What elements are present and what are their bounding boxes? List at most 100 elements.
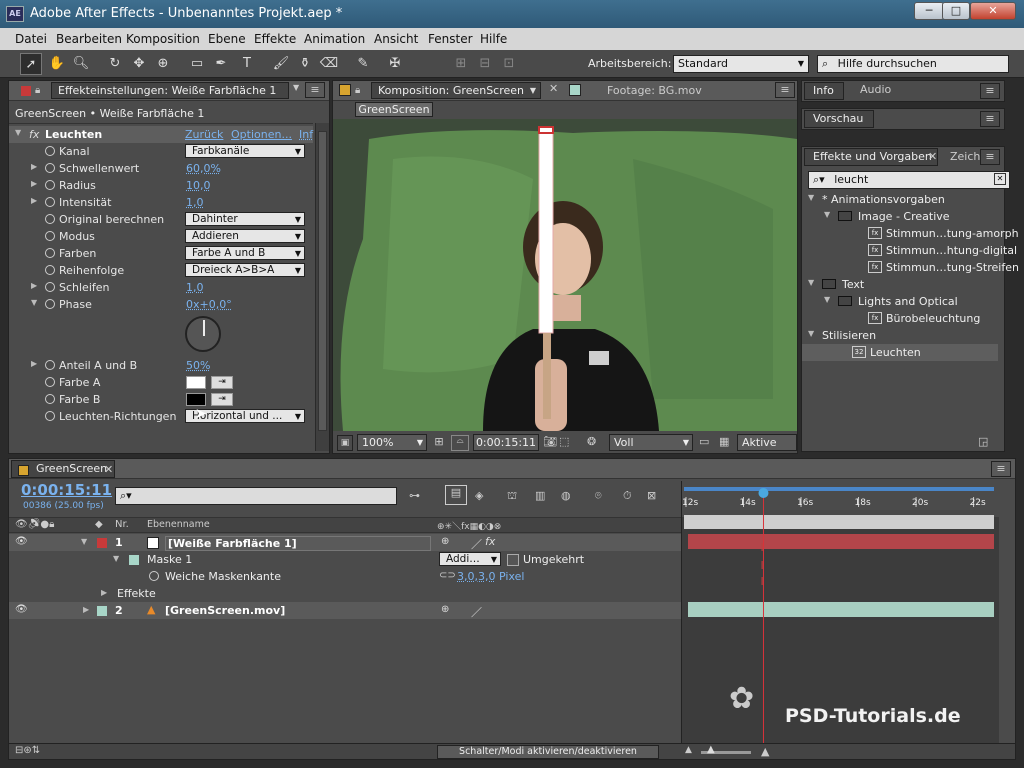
- tree-item[interactable]: ▼ Lights and Optical: [802, 293, 998, 310]
- menu-fenster[interactable]: Fenster: [428, 32, 473, 46]
- stopwatch-icon[interactable]: [149, 571, 159, 581]
- graph-editor-icon[interactable]: ⊠: [647, 489, 656, 502]
- zoom-slider-thumb[interactable]: ▲: [707, 744, 715, 755]
- mask-mode-select[interactable]: Addi…: [439, 552, 501, 566]
- property-value[interactable]: 1,0: [186, 196, 204, 209]
- tree-item[interactable]: ▼ * Animationsvorgaben: [802, 191, 998, 208]
- composition-tab[interactable]: Komposition: GreenScreen ▼: [371, 82, 541, 99]
- feather-value[interactable]: 3,0,3,0: [457, 570, 495, 583]
- zoom-select[interactable]: 100% ▼: [357, 434, 427, 451]
- close-button[interactable]: ✕: [970, 2, 1016, 20]
- feather-row[interactable]: Weiche Maskenkante ⊂⊃ 3,0,3,0 Pixel: [9, 568, 681, 585]
- timeline-tab[interactable]: GreenScreen ✕: [11, 460, 115, 478]
- collapsed-triangle-icon[interactable]: ▶: [101, 588, 107, 597]
- world-axis-icon[interactable]: ⊡: [498, 53, 520, 75]
- new-preset-icon[interactable]: ◲: [978, 435, 988, 448]
- property-dropdown[interactable]: Dahinter: [185, 212, 305, 226]
- camera-tool-icon[interactable]: ✥: [128, 53, 150, 75]
- preview-tab[interactable]: Vorschau: [804, 110, 874, 128]
- tree-item[interactable]: fx Stimmun…tung-Streifen: [802, 259, 1019, 276]
- property-row[interactable]: Farbe B ⇥: [9, 391, 313, 408]
- expand-triangle-icon[interactable]: ▼: [31, 298, 37, 307]
- expand-triangle-icon[interactable]: ▶: [31, 359, 37, 368]
- effect-scrollbar[interactable]: [315, 123, 329, 451]
- property-value[interactable]: 50%: [186, 359, 210, 372]
- stopwatch-icon[interactable]: [45, 248, 55, 258]
- show-snapshot-icon[interactable]: ⬚: [559, 435, 569, 448]
- effect-controls-tab[interactable]: Effekteinstellungen: Weiße Farbfläche 1: [51, 82, 289, 99]
- effect-switch-icon[interactable]: fx: [485, 535, 495, 548]
- pan-behind-tool-icon[interactable]: ⊕: [152, 53, 174, 75]
- label-color-swatch[interactable]: [97, 606, 107, 616]
- tree-item[interactable]: ▼ Image - Creative: [802, 208, 998, 225]
- eraser-tool-icon[interactable]: ⌫: [318, 53, 340, 75]
- effects-search-input[interactable]: ⌕▾ leucht ✕: [808, 171, 1010, 189]
- stopwatch-icon[interactable]: [45, 265, 55, 275]
- roto-brush-tool-icon[interactable]: ✎: [352, 53, 374, 75]
- tree-item[interactable]: fx Stimmun…tung-amorph: [802, 225, 1019, 242]
- property-row[interactable]: ▶ Schwellenwert 60,0%: [9, 160, 313, 177]
- panel-menu-icon[interactable]: ≡: [980, 149, 1000, 165]
- timeline-search-input[interactable]: ⌕▾: [115, 487, 397, 505]
- zoom-out-icon[interactable]: ▲: [685, 745, 692, 755]
- hide-shy-icon[interactable]: ⛫: [507, 489, 517, 504]
- camera-select[interactable]: Aktive Kar: [737, 434, 797, 451]
- property-row[interactable]: Original berechnen Dahinter: [9, 211, 313, 228]
- shy-switch-icon[interactable]: ⊕: [441, 536, 449, 547]
- resolution-select[interactable]: Voll ▼: [609, 434, 693, 451]
- stopwatch-icon[interactable]: [45, 360, 55, 370]
- quality-switch-icon[interactable]: ／: [471, 536, 482, 552]
- auto-keyframe-icon[interactable]: ⏱: [623, 489, 632, 503]
- property-row[interactable]: ▶ Anteil A und B 50%: [9, 357, 313, 374]
- pen-tool-icon[interactable]: ✒: [210, 53, 232, 75]
- quality-switch-icon[interactable]: ／: [471, 604, 482, 620]
- rotate-tool-icon[interactable]: ↻: [104, 53, 126, 75]
- property-row[interactable]: ▶ Schleifen 1,0: [9, 279, 313, 296]
- property-value[interactable]: 0x+0,0°: [186, 298, 232, 311]
- info-tab[interactable]: Info: [804, 82, 844, 100]
- axis-icon[interactable]: ⊟: [474, 53, 496, 75]
- character-tab[interactable]: Zeich: [950, 150, 980, 163]
- layer-row-1[interactable]: 👁︎ ▼ 1 [Weiße Farbfläche 1] ⊕ ／ fx: [9, 534, 681, 551]
- composition-viewer[interactable]: [333, 119, 797, 431]
- layer-row-2[interactable]: 👁︎ ▶ 2 ▲ [GreenScreen.mov] ⊕ ／: [9, 602, 681, 619]
- puppet-tool-icon[interactable]: ✠: [384, 53, 406, 75]
- expand-triangle-icon[interactable]: ▶: [31, 162, 37, 171]
- collapse-triangle-icon[interactable]: ▼: [15, 128, 21, 137]
- expand-triangle-icon[interactable]: ▼: [81, 537, 87, 546]
- tree-item[interactable]: fx Stimmun…htung-digital: [802, 242, 1017, 259]
- panel-menu-icon[interactable]: ≡: [980, 111, 1000, 127]
- selection-tool-icon[interactable]: ➚: [20, 53, 42, 75]
- tree-item[interactable]: ▼ Stilisieren: [802, 327, 998, 344]
- info-link[interactable]: Inf: [299, 128, 313, 141]
- property-row[interactable]: Leuchten-Richtungen Horizontal und ...: [9, 408, 313, 425]
- stopwatch-icon[interactable]: [45, 282, 55, 292]
- effect-header-row[interactable]: ▼ fx Leuchten Zurück Optionen... Inf: [9, 126, 313, 143]
- color-swatch[interactable]: [186, 376, 206, 389]
- tree-item[interactable]: ▼ Text: [802, 276, 998, 293]
- expand-triangle-icon[interactable]: ▶: [31, 281, 37, 290]
- comp-timecode[interactable]: 0:00:15:11: [473, 434, 539, 451]
- property-row[interactable]: Farbe A ⇥: [9, 374, 313, 391]
- property-row[interactable]: Kanal Farbkanäle: [9, 143, 313, 160]
- tree-item[interactable]: fx Bürobeleuchtung: [802, 310, 998, 327]
- close-tab-icon[interactable]: ✕: [928, 150, 937, 163]
- label-color-swatch[interactable]: [97, 538, 107, 548]
- scrollbar-thumb[interactable]: [318, 131, 327, 431]
- stopwatch-icon[interactable]: [45, 214, 55, 224]
- hand-tool-icon[interactable]: ✋: [46, 53, 68, 75]
- property-row[interactable]: Modus Addieren: [9, 228, 313, 245]
- expand-triangle-icon[interactable]: ▼: [808, 193, 814, 202]
- region-of-interest-icon[interactable]: ▭: [699, 435, 709, 448]
- rectangle-tool-icon[interactable]: ▭: [186, 53, 208, 75]
- workspace-select[interactable]: Standard ▼: [673, 55, 809, 73]
- expand-triangle-icon[interactable]: ▶: [31, 179, 37, 188]
- effects-presets-tab[interactable]: Effekte und Vorgaben: [804, 148, 938, 166]
- mask-name[interactable]: Maske 1: [147, 553, 192, 566]
- panel-menu-icon[interactable]: ≡: [991, 461, 1011, 477]
- toggle-switches-icon[interactable]: ⊟⊛⇅: [15, 745, 40, 756]
- property-dropdown[interactable]: Farbe A und B: [185, 246, 305, 260]
- property-value[interactable]: 1,0: [186, 281, 204, 294]
- clear-search-icon[interactable]: ✕: [994, 173, 1006, 185]
- expand-triangle-icon[interactable]: ▼: [113, 554, 119, 563]
